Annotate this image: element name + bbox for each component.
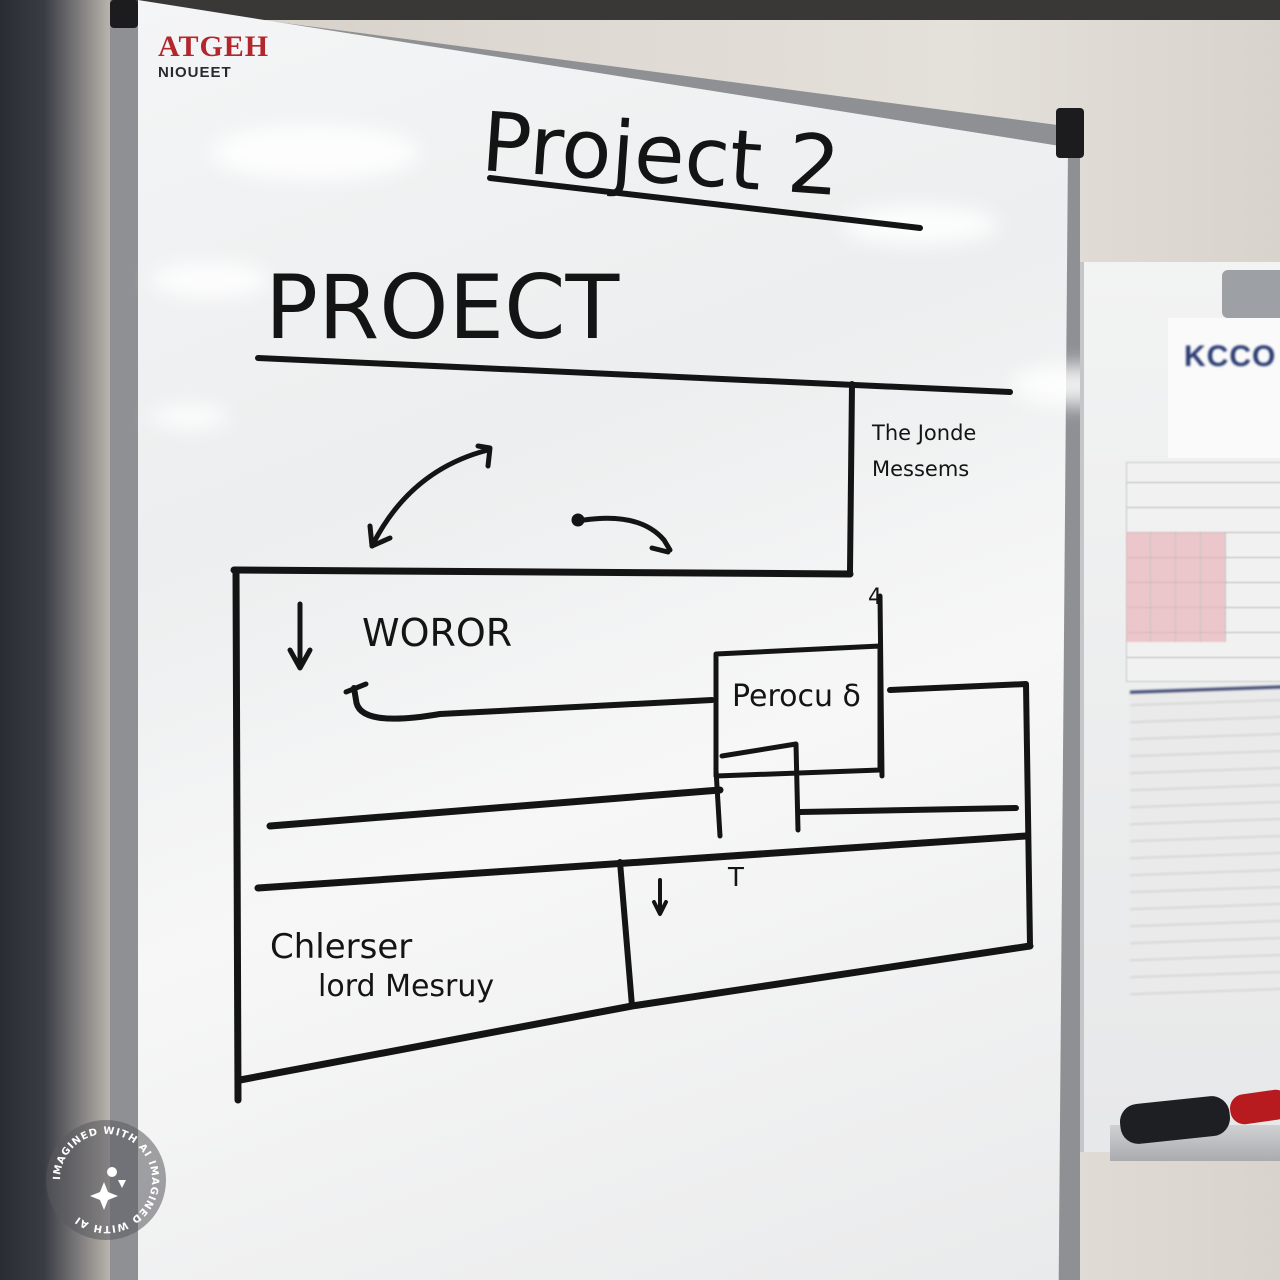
bottom-divider	[617, 859, 635, 1009]
work-label: WOROR	[362, 611, 512, 655]
middle-bar-right	[797, 805, 1019, 815]
ai-watermark-graphic: IMAGINED WITH AI IMAGINED WITH AI	[52, 1126, 160, 1234]
down-arrow-left	[287, 601, 313, 671]
top-box-divider	[847, 381, 855, 575]
curved-arrow-tail	[475, 443, 493, 469]
bottom-left-label-line1: Chlerser	[270, 927, 412, 967]
heading-sub-underline	[255, 355, 1013, 395]
main-box-left	[232, 566, 242, 1104]
bottom-left-label-line2: lord Mesruy	[318, 969, 494, 1004]
lower-bar	[254, 832, 1030, 892]
sparkle-icon	[90, 1182, 118, 1210]
heading-sub: PROECT	[265, 256, 621, 359]
whiteboard-drawing: Project 2 PROECT The Jonde Messems WOROR…	[230, 95, 1034, 1104]
return-arrow	[351, 685, 715, 722]
process-box-pointer	[877, 593, 885, 779]
curved-arrow-line	[369, 447, 491, 549]
main-box-top	[230, 566, 854, 578]
side-note-line1: The Jonde	[871, 421, 976, 445]
small-mark: T	[727, 863, 744, 893]
main-box-right	[887, 681, 1033, 949]
process-label: Perocu δ	[732, 679, 861, 714]
process-box-stem	[713, 741, 801, 839]
middle-bar	[266, 786, 724, 830]
corner-number: 4	[868, 585, 882, 610]
down-arrow-small	[652, 878, 668, 916]
ai-watermark-text: IMAGINED WITH AI IMAGINED WITH AI	[52, 1126, 160, 1234]
side-note-line2: Messems	[872, 457, 969, 481]
ai-watermark-badge: IMAGINED WITH AI IMAGINED WITH AI	[46, 1120, 166, 1240]
dot-icon	[107, 1167, 117, 1177]
triangle-icon	[118, 1180, 126, 1188]
heading-main: Project 2	[479, 95, 844, 215]
small-arrow	[581, 515, 673, 555]
